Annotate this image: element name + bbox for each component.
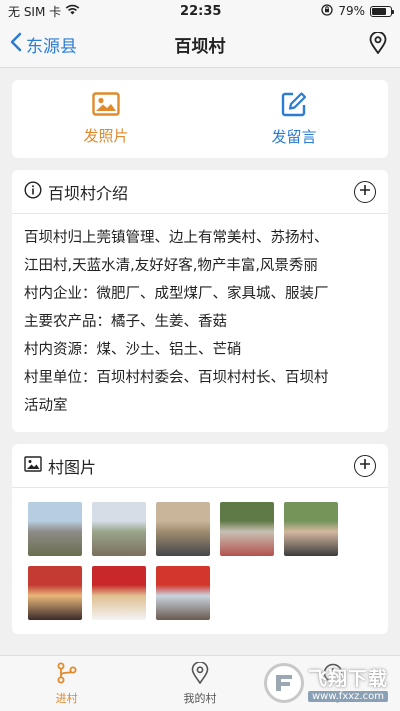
intro-line: 百坝村归上莞镇管理、边上有常美村、苏扬村、 [24,230,329,246]
battery-fill [371,7,387,15]
nav-bar: 东源县 百坝村 [0,22,400,68]
watermark-text: 飞翔下载 www.fxxz.com [308,664,389,702]
post-photo-button[interactable]: 发照片 [12,80,200,158]
post-message-label: 发留言 [271,128,317,146]
status-right: 79% [321,3,394,19]
intro-line: 主要农产品：橘子、生姜、香菇 [24,314,227,330]
intro-line: 村内企业：微肥厂、成型煤厂、家具城、服装厂 [24,286,329,302]
watermark-url: www.fxxz.com [308,691,389,702]
location-pin-icon [191,660,209,687]
intro-expand-button[interactable] [354,180,376,203]
intro-header-left: 百坝村介绍 [24,180,128,204]
battery-percent: 79% [338,4,365,18]
gallery-header-left: 村图片 [24,454,96,478]
photo-grid [12,488,388,634]
intro-line: 村里单位：百坝村村委会、百坝村村长、百坝村 [24,370,329,386]
watermark-logo-icon [264,663,304,703]
gallery-add-button[interactable] [354,454,376,477]
post-photo-label: 发照片 [83,127,129,145]
photo-thumbnail[interactable] [156,502,210,556]
plus-icon [359,183,371,200]
image-icon [24,455,42,476]
tab-my-village[interactable]: 我的村 [133,656,266,711]
wifi-icon [65,4,80,18]
gallery-header: 村图片 [12,444,388,488]
status-left: 无 SIM 卡 [8,3,80,20]
battery-icon [369,5,394,17]
intro-text: 百坝村归上莞镇管理、边上有常美村、苏扬村、 江田村,天蓝水清,友好好客,物产丰富… [12,214,388,432]
intro-line: 村内资源：煤、沙土、铝土、芒硝 [24,342,242,358]
route-icon [56,662,78,687]
photo-thumbnail[interactable] [156,566,210,620]
rotation-lock-icon [321,3,333,19]
edit-icon [281,91,307,121]
tab-enter-village[interactable]: 进村 [0,656,133,711]
back-label: 东源县 [26,37,77,57]
status-bar: 无 SIM 卡 22:35 79% [0,0,400,22]
intro-line: 江田村,天蓝水清,友好好客,物产丰富,风景秀丽 [24,258,318,274]
watermark: 飞翔下载 www.fxxz.com [264,659,394,707]
gallery-card: 村图片 [12,444,388,634]
image-icon [92,92,120,120]
intro-title: 百坝村介绍 [48,183,129,203]
intro-card: 百坝村介绍 百坝村归上莞镇管理、边上有常美村、苏扬村、 江田村,天蓝水清,友好好… [12,170,388,432]
tab-label: 我的村 [183,691,217,705]
tab-label: 进村 [55,691,78,705]
carrier-text: 无 SIM 卡 [8,4,62,19]
clock: 22:35 [180,3,222,19]
post-message-button[interactable]: 发留言 [200,80,388,158]
info-icon [24,180,42,203]
back-button[interactable]: 东源县 [10,32,77,57]
photo-thumbnail[interactable] [284,502,338,556]
photo-thumbnail[interactable] [92,566,146,620]
watermark-title: 飞翔下载 [308,668,389,690]
main-content: 发照片 发留言 百坝村介绍 百坝村归上莞镇管理、边上有常美村、苏扬村、 江田村,… [0,68,400,634]
photo-thumbnail[interactable] [28,502,82,556]
intro-header: 百坝村介绍 [12,170,388,214]
chevron-left-icon [10,32,22,57]
location-button[interactable] [366,30,390,58]
action-card: 发照片 发留言 [12,80,388,158]
location-pin-icon [369,30,387,58]
gallery-title: 村图片 [48,457,97,477]
photo-thumbnail[interactable] [220,502,274,556]
intro-line: 活动室 [24,398,68,414]
page-title: 百坝村 [174,37,226,57]
plus-icon [359,457,371,474]
photo-thumbnail[interactable] [92,502,146,556]
photo-thumbnail[interactable] [28,566,82,620]
